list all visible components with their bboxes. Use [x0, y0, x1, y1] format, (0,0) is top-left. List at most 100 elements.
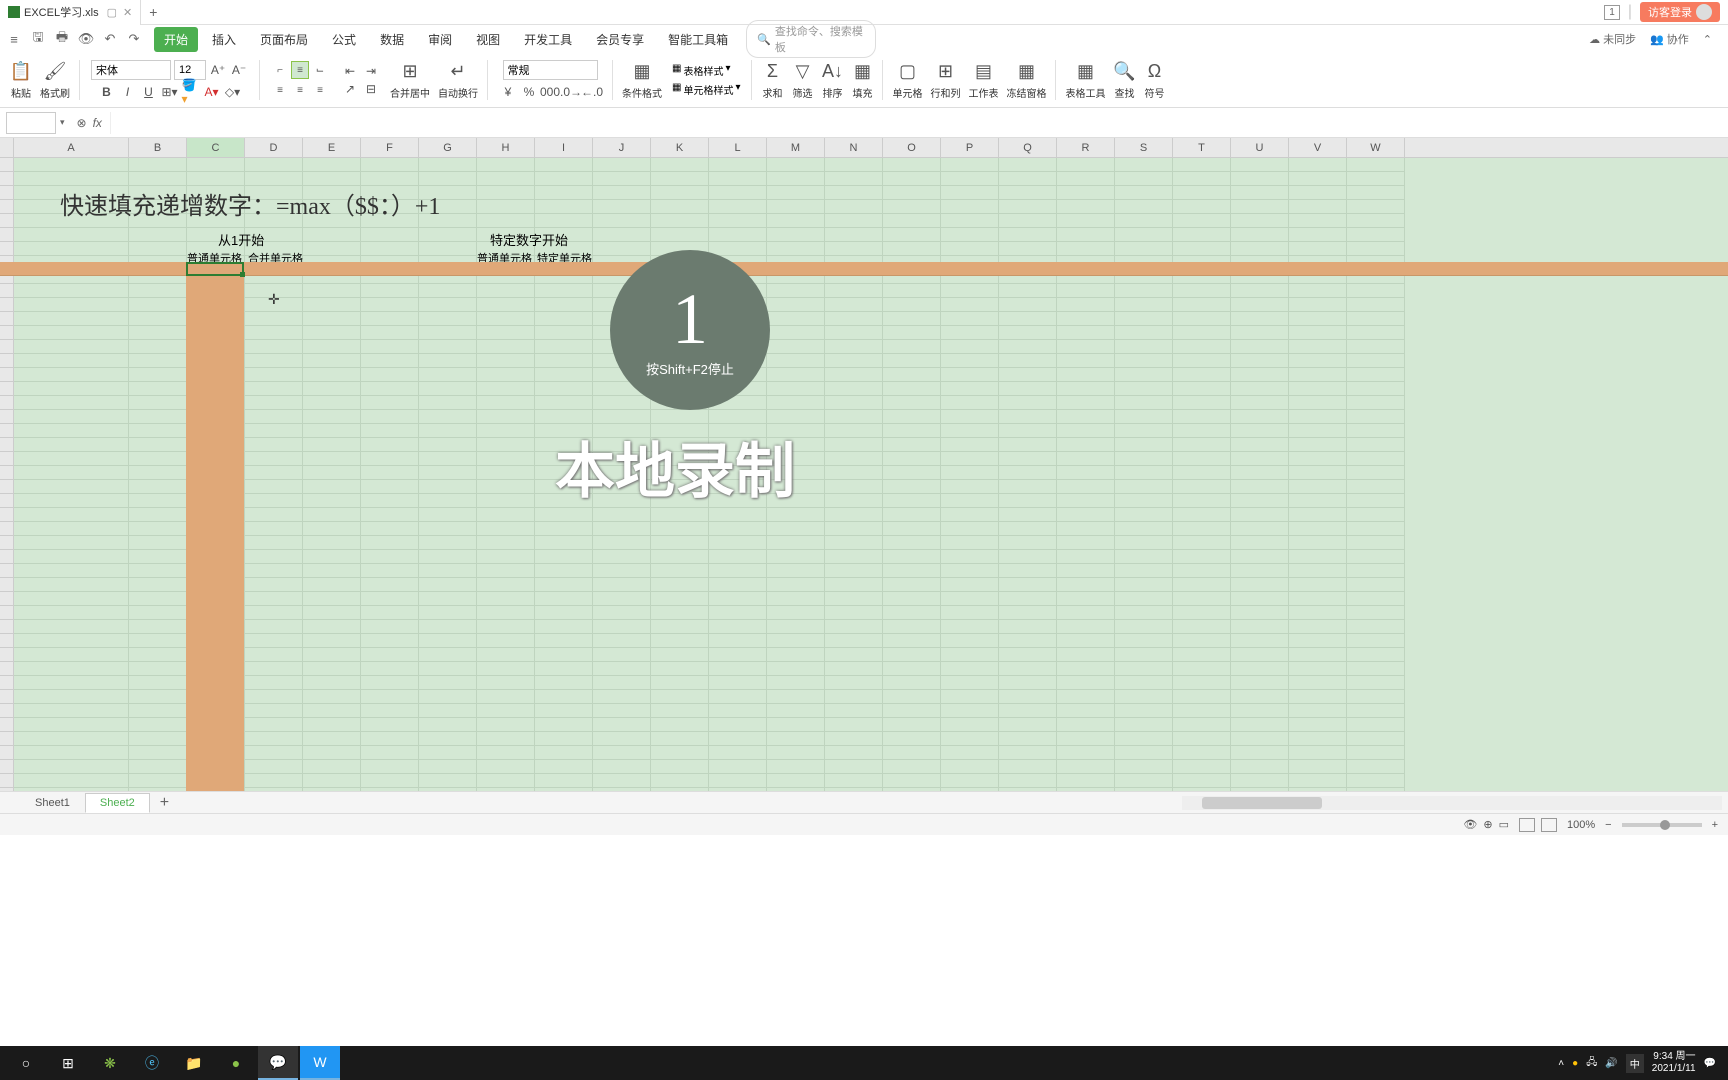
tray-icon-1[interactable]: ●	[1572, 1058, 1578, 1069]
tab-formula[interactable]: 公式	[322, 27, 366, 52]
clear-format-button[interactable]: ◇▾	[224, 83, 242, 101]
col-header-D[interactable]: D	[245, 138, 303, 157]
comma-icon[interactable]: 000	[541, 83, 559, 101]
tab-review[interactable]: 审阅	[418, 27, 462, 52]
paste-button[interactable]: 📋粘贴	[8, 61, 34, 100]
col-header-I[interactable]: I	[535, 138, 593, 157]
view-page-icon[interactable]	[1541, 818, 1557, 832]
horizontal-scrollbar[interactable]	[1182, 796, 1722, 810]
italic-button[interactable]: I	[119, 83, 137, 101]
wps-icon[interactable]: W	[300, 1046, 340, 1080]
rowcol-button[interactable]: ⊞行和列	[928, 61, 962, 100]
col-header-M[interactable]: M	[767, 138, 825, 157]
col-header-P[interactable]: P	[941, 138, 999, 157]
tab-dev[interactable]: 开发工具	[514, 27, 582, 52]
col-header-V[interactable]: V	[1289, 138, 1347, 157]
tab-view[interactable]: 视图	[466, 27, 510, 52]
col-header-T[interactable]: T	[1173, 138, 1231, 157]
worksheet-button[interactable]: ▤工作表	[966, 61, 1000, 100]
sum-button[interactable]: Σ求和	[759, 61, 785, 100]
col-header-L[interactable]: L	[709, 138, 767, 157]
sheet-tab-2[interactable]: Sheet2	[85, 793, 150, 813]
view-eye-icon[interactable]: 👁	[1463, 818, 1477, 831]
scrollbar-thumb[interactable]	[1202, 797, 1322, 809]
view-normal-icon[interactable]	[1519, 818, 1535, 832]
filter-button[interactable]: ▽筛选	[789, 61, 815, 100]
percent-icon[interactable]: %	[520, 83, 538, 101]
collab-button[interactable]: 👥 协作	[1650, 31, 1689, 47]
cancel-formula-icon[interactable]: ⊗	[77, 116, 87, 130]
app-1[interactable]: ❋	[90, 1046, 130, 1080]
clock[interactable]: 9:34 周一 2021/1/11	[1652, 1051, 1696, 1075]
ime-indicator[interactable]: 中	[1626, 1054, 1644, 1073]
notifications-icon[interactable]: 💬	[1704, 1058, 1716, 1069]
col-header-J[interactable]: J	[593, 138, 651, 157]
col-header-A[interactable]: A	[14, 138, 129, 157]
view-fit-icon[interactable]: ⊕	[1483, 818, 1492, 831]
align-middle[interactable]: ≡	[291, 61, 309, 79]
fx-icon[interactable]: fx	[93, 116, 102, 130]
menu-icon[interactable]: ≡	[6, 31, 22, 47]
align-bottom[interactable]: ⌙	[311, 61, 329, 79]
col-header-N[interactable]: N	[825, 138, 883, 157]
bold-button[interactable]: B	[98, 83, 116, 101]
zoom-slider[interactable]	[1622, 823, 1702, 827]
save-icon[interactable]: 🖫	[30, 31, 46, 47]
freeze-button[interactable]: ▦冻结窗格	[1004, 61, 1048, 100]
tab-close-icon[interactable]: ✕	[123, 6, 132, 19]
col-header-K[interactable]: K	[651, 138, 709, 157]
col-header-C[interactable]: C	[187, 138, 245, 157]
col-header-E[interactable]: E	[303, 138, 361, 157]
find-button[interactable]: 🔍查找	[1111, 61, 1137, 100]
explorer-icon[interactable]: 📁	[174, 1046, 214, 1080]
start-button[interactable]: ○	[6, 1046, 46, 1080]
more-icon[interactable]: ⌃	[1703, 33, 1712, 46]
cell-button[interactable]: ▢单元格	[890, 61, 924, 100]
tab-data[interactable]: 数据	[370, 27, 414, 52]
select-all-corner[interactable]	[0, 138, 14, 157]
namebox-dropdown-icon[interactable]: ▾	[56, 117, 69, 128]
col-header-O[interactable]: O	[883, 138, 941, 157]
align-center[interactable]: ≡	[291, 81, 309, 99]
tray-up-icon[interactable]: ˄	[1558, 1058, 1564, 1069]
fill-handle[interactable]	[240, 272, 245, 277]
table-style-button[interactable]: ▦ 表格样式 ▾	[672, 63, 730, 78]
cell-style-button[interactable]: ▦ 单元格样式 ▾	[672, 82, 740, 97]
align-top[interactable]: ⌐	[271, 61, 289, 79]
new-tab-button[interactable]: +	[149, 4, 157, 20]
col-header-U[interactable]: U	[1231, 138, 1289, 157]
underline-button[interactable]: U	[140, 83, 158, 101]
increase-font-icon[interactable]: A⁺	[209, 61, 227, 79]
align-right[interactable]: ≡	[311, 81, 329, 99]
zoom-out-button[interactable]: −	[1605, 819, 1611, 831]
col-header-G[interactable]: G	[419, 138, 477, 157]
wechat-icon[interactable]: 💬	[258, 1046, 298, 1080]
number-format-select[interactable]	[503, 60, 598, 80]
col-header-S[interactable]: S	[1115, 138, 1173, 157]
cond-format-button[interactable]: ▦条件格式	[620, 61, 664, 100]
col-header-H[interactable]: H	[477, 138, 535, 157]
formula-input[interactable]	[110, 112, 1728, 134]
print-icon[interactable]: 🖶	[54, 31, 70, 47]
tray-network-icon[interactable]: 🖧	[1586, 1055, 1597, 1072]
tab-layout[interactable]: 页面布局	[250, 27, 318, 52]
sort-button[interactable]: A↓排序	[819, 61, 845, 100]
login-button[interactable]: 访客登录	[1640, 2, 1720, 22]
tab-smart[interactable]: 智能工具箱	[658, 27, 738, 52]
zoom-in-button[interactable]: +	[1712, 819, 1718, 831]
name-box[interactable]	[6, 112, 56, 134]
app-2[interactable]: ●	[216, 1046, 256, 1080]
align-left[interactable]: ≡	[271, 81, 289, 99]
wrap-button[interactable]: ↵自动换行	[436, 61, 480, 100]
col-header-W[interactable]: W	[1347, 138, 1405, 157]
edge-icon[interactable]: ⓔ	[132, 1046, 172, 1080]
font-color-button[interactable]: A▾	[203, 83, 221, 101]
dist-icon[interactable]: ⊟	[362, 80, 380, 98]
indent-dec-icon[interactable]: ⇤	[341, 62, 359, 80]
font-name-select[interactable]	[91, 60, 171, 80]
border-button[interactable]: ⊞▾	[161, 83, 179, 101]
tab-insert[interactable]: 插入	[202, 27, 246, 52]
col-header-F[interactable]: F	[361, 138, 419, 157]
undo-icon[interactable]: ↶	[102, 31, 118, 47]
table-tool-button[interactable]: ▦表格工具	[1063, 61, 1107, 100]
